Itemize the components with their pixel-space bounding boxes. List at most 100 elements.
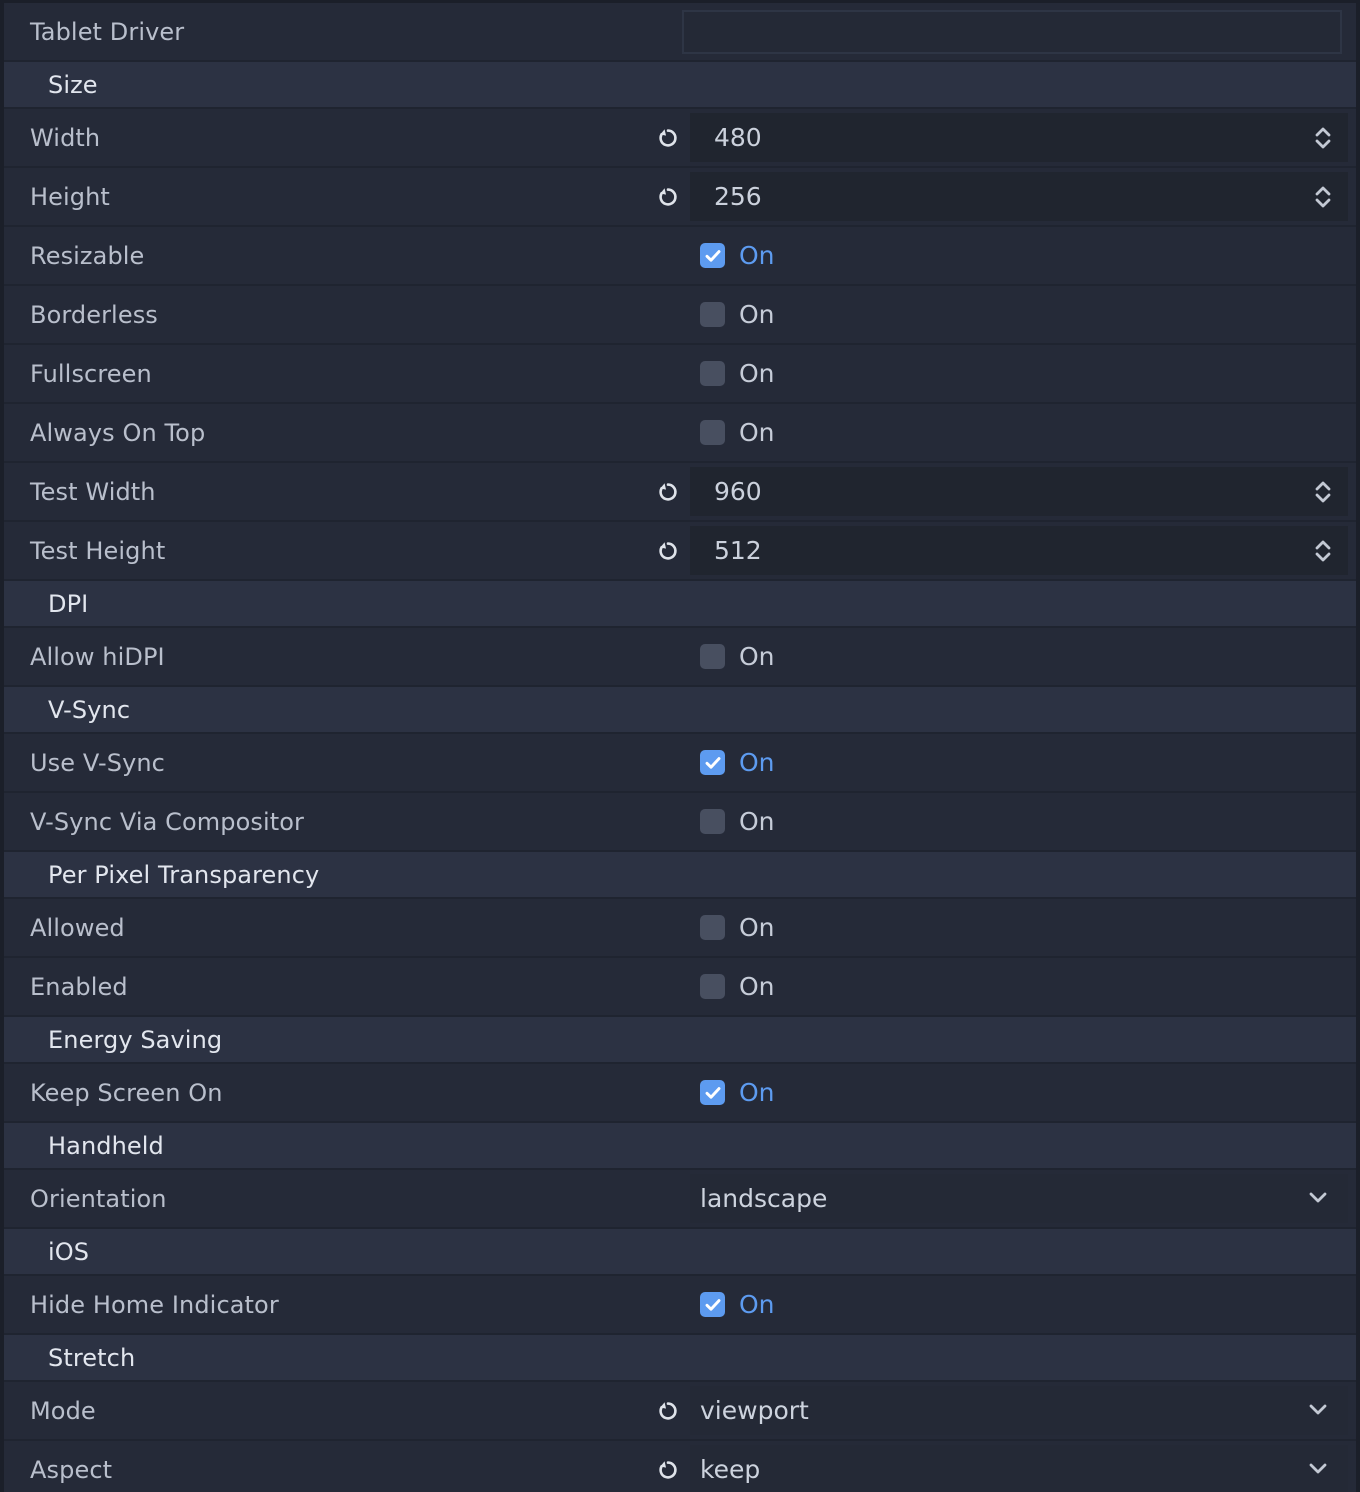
- property-row-tablet-driver: Tablet Driver: [4, 3, 1356, 62]
- checkbox-keep-screen-on[interactable]: On: [690, 1064, 1348, 1121]
- checkbox-label: On: [739, 972, 775, 1001]
- dropdown-aspect[interactable]: keep: [690, 1445, 1348, 1492]
- checkbox-v-sync-via-compositor[interactable]: On: [690, 793, 1348, 850]
- checkbox-label: On: [739, 359, 775, 388]
- reset-icon[interactable]: [654, 1397, 682, 1425]
- reset-icon[interactable]: [654, 478, 682, 506]
- property-row-hide-home-indicator: Hide Home Indicator On: [4, 1276, 1356, 1335]
- spinbox-value: 512: [714, 536, 762, 565]
- property-label-fullscreen: Fullscreen: [30, 359, 152, 388]
- spinner-up-down-icon[interactable]: [1312, 477, 1334, 507]
- chevron-down-icon[interactable]: [1306, 1397, 1330, 1425]
- checkbox-hide-home-indicator[interactable]: On: [690, 1276, 1348, 1333]
- property-row-fullscreen: Fullscreen On: [4, 345, 1356, 404]
- spinner-up-down-icon[interactable]: [1312, 536, 1334, 566]
- section-header-stretch[interactable]: Stretch: [4, 1335, 1356, 1382]
- spinbox-width[interactable]: 480: [690, 113, 1348, 162]
- checkbox-allowed[interactable]: On: [690, 899, 1348, 956]
- checkbox-unchecked-icon[interactable]: [700, 644, 725, 669]
- property-label-use-v-sync: Use V-Sync: [30, 748, 165, 777]
- property-label-mode: Mode: [30, 1396, 96, 1425]
- checkbox-unchecked-icon[interactable]: [700, 302, 725, 327]
- section-header-handheld[interactable]: Handheld: [4, 1123, 1356, 1170]
- property-row-resizable: Resizable On: [4, 227, 1356, 286]
- checkbox-checked-icon[interactable]: [700, 750, 725, 775]
- tablet-driver-field[interactable]: [682, 10, 1342, 54]
- reset-icon[interactable]: [654, 124, 682, 152]
- chevron-down-icon[interactable]: [1306, 1185, 1330, 1213]
- property-row-v-sync-via-compositor: V-Sync Via Compositor On: [4, 793, 1356, 852]
- property-label-allowed: Allowed: [30, 913, 125, 942]
- property-label-orientation: Orientation: [30, 1184, 167, 1213]
- property-label-resizable: Resizable: [30, 241, 145, 270]
- checkbox-label: On: [739, 748, 775, 777]
- property-row-allowed: Allowed On: [4, 899, 1356, 958]
- reset-icon[interactable]: [654, 183, 682, 211]
- checkbox-checked-icon[interactable]: [700, 1292, 725, 1317]
- checkbox-unchecked-icon[interactable]: [700, 915, 725, 940]
- spinbox-test-width[interactable]: 960: [690, 467, 1348, 516]
- property-row-test-height: Test Height 512: [4, 522, 1356, 581]
- property-row-always-on-top: Always On Top On: [4, 404, 1356, 463]
- checkbox-resizable[interactable]: On: [690, 227, 1348, 284]
- property-inspector-panel: Tablet Driver Size Width 480 Height 256 Resiza…: [0, 0, 1360, 1492]
- section-header-label: Energy Saving: [48, 1025, 223, 1054]
- property-row-allow-hidpi: Allow hiDPI On: [4, 628, 1356, 687]
- section-header-size[interactable]: Size: [4, 62, 1356, 109]
- property-row-height: Height 256: [4, 168, 1356, 227]
- property-label-v-sync-via-compositor: V-Sync Via Compositor: [30, 807, 305, 836]
- property-label-allow-hidpi: Allow hiDPI: [30, 642, 165, 671]
- checkbox-label: On: [739, 807, 775, 836]
- dropdown-selected-value: keep: [700, 1455, 761, 1484]
- section-header-label: DPI: [48, 589, 89, 618]
- dropdown-mode[interactable]: viewport: [690, 1386, 1348, 1435]
- reset-icon[interactable]: [654, 1456, 682, 1484]
- dropdown-orientation[interactable]: landscape: [690, 1174, 1348, 1223]
- property-row-test-width: Test Width 960: [4, 463, 1356, 522]
- property-label-borderless: Borderless: [30, 300, 158, 329]
- checkbox-label: On: [739, 1290, 775, 1319]
- property-row-borderless: Borderless On: [4, 286, 1356, 345]
- checkbox-label: On: [739, 300, 775, 329]
- property-label-hide-home-indicator: Hide Home Indicator: [30, 1290, 279, 1319]
- property-label-width: Width: [30, 123, 101, 152]
- section-header-dpi[interactable]: DPI: [4, 581, 1356, 628]
- spinner-up-down-icon[interactable]: [1312, 123, 1334, 153]
- spinbox-test-height[interactable]: 512: [690, 526, 1348, 575]
- checkbox-always-on-top[interactable]: On: [690, 404, 1348, 461]
- property-row-width: Width 480: [4, 109, 1356, 168]
- checkbox-unchecked-icon[interactable]: [700, 361, 725, 386]
- property-label-tablet-driver: Tablet Driver: [30, 17, 185, 46]
- checkbox-label: On: [739, 642, 775, 671]
- checkbox-allow-hidpi[interactable]: On: [690, 628, 1348, 685]
- dropdown-selected-value: viewport: [700, 1396, 809, 1425]
- chevron-down-icon[interactable]: [1306, 1456, 1330, 1484]
- spinner-up-down-icon[interactable]: [1312, 182, 1334, 212]
- property-label-aspect: Aspect: [30, 1455, 113, 1484]
- property-label-always-on-top: Always On Top: [30, 418, 206, 447]
- section-header-label: V-Sync: [48, 695, 131, 724]
- checkbox-unchecked-icon[interactable]: [700, 974, 725, 999]
- section-header-label: iOS: [48, 1237, 90, 1266]
- section-header-ios[interactable]: iOS: [4, 1229, 1356, 1276]
- spinbox-height[interactable]: 256: [690, 172, 1348, 221]
- property-row-aspect: Aspect keep: [4, 1441, 1356, 1492]
- property-label-keep-screen-on: Keep Screen On: [30, 1078, 223, 1107]
- section-header-per-pixel-transparency[interactable]: Per Pixel Transparency: [4, 852, 1356, 899]
- spinbox-value: 480: [714, 123, 762, 152]
- checkbox-borderless[interactable]: On: [690, 286, 1348, 343]
- reset-icon[interactable]: [654, 537, 682, 565]
- checkbox-unchecked-icon[interactable]: [700, 420, 725, 445]
- checkbox-checked-icon[interactable]: [700, 1080, 725, 1105]
- property-label-enabled: Enabled: [30, 972, 128, 1001]
- checkbox-unchecked-icon[interactable]: [700, 809, 725, 834]
- section-header-v-sync[interactable]: V-Sync: [4, 687, 1356, 734]
- checkbox-fullscreen[interactable]: On: [690, 345, 1348, 402]
- checkbox-enabled[interactable]: On: [690, 958, 1348, 1015]
- checkbox-checked-icon[interactable]: [700, 243, 725, 268]
- checkbox-use-v-sync[interactable]: On: [690, 734, 1348, 791]
- property-label-test-height: Test Height: [30, 536, 166, 565]
- section-header-energy-saving[interactable]: Energy Saving: [4, 1017, 1356, 1064]
- property-row-orientation: Orientation landscape: [4, 1170, 1356, 1229]
- spinbox-value: 256: [714, 182, 762, 211]
